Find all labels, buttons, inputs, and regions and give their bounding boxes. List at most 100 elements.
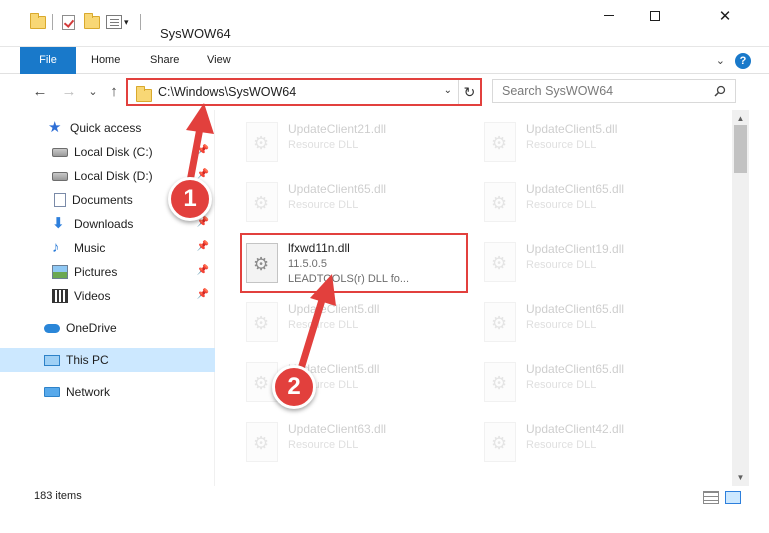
refresh-button[interactable]: ↻ (458, 80, 480, 104)
file-name: UpdateClient65.dll (526, 302, 625, 316)
sidebar-item-this-pc[interactable]: This PC (0, 348, 215, 372)
file-type: Resource DLL (526, 379, 597, 391)
maximize-button[interactable] (632, 0, 678, 31)
sidebar-item-label: Network (66, 385, 111, 399)
folder-icon (136, 86, 152, 102)
tab-home[interactable]: Home (91, 47, 120, 74)
address-path[interactable]: C:\Windows\SysWOW64 (158, 85, 296, 99)
tab-file[interactable]: File (20, 47, 76, 74)
file-tile[interactable]: UpdateClient65.dll Resource DLL (478, 354, 708, 410)
dll-file-icon (484, 122, 516, 162)
pictures-icon (52, 265, 68, 279)
search-placeholder: Search SysWOW64 (502, 84, 614, 98)
sidebar-item-label: Downloads (74, 217, 134, 231)
file-tile-lfxwd11n[interactable]: lfxwd11n.dll 11.5.0.5 LEADTOOLS(r) DLL f… (240, 233, 468, 293)
file-tile[interactable]: UpdateClient5.dll Resource DLL (478, 114, 708, 170)
cloud-icon (44, 323, 60, 333)
folder-icon (30, 11, 46, 33)
sidebar-item-quick-access[interactable]: ★ Quick access (0, 116, 215, 140)
up-button[interactable]: ↑ (103, 81, 125, 103)
file-type: Resource DLL (526, 439, 597, 451)
tiles-view-icon[interactable] (725, 491, 741, 504)
sidebar-item-label: Quick access (70, 121, 142, 135)
navigation-bar: ← → ⌄ ↑ C:\Windows\SysWOW64 ⌄ ↻ Search S… (0, 74, 769, 110)
file-tile[interactable]: UpdateClient21.dll Resource DLL (240, 114, 470, 170)
file-type: Resource DLL (526, 199, 597, 211)
customize-quick-access-button[interactable] (106, 11, 122, 33)
recent-locations-button[interactable]: ⌄ (82, 81, 104, 103)
file-description: LEADTOOLS(r) DLL fo... (288, 273, 410, 285)
new-folder-quick-button[interactable] (84, 11, 100, 33)
sidebar-item-label: Documents (72, 193, 133, 207)
file-type: Resource DLL (288, 439, 359, 451)
dll-file-icon (484, 182, 516, 222)
maximize-icon (650, 10, 660, 21)
file-name: UpdateClient19.dll (526, 242, 625, 256)
file-type: Resource DLL (526, 319, 597, 331)
dll-file-icon (484, 362, 516, 402)
scroll-down-icon[interactable]: ▼ (732, 469, 749, 486)
separator (140, 11, 141, 33)
help-button[interactable]: ? (735, 53, 751, 69)
file-type: Resource DLL (288, 139, 359, 151)
forward-button[interactable]: → (58, 81, 80, 103)
sidebar-item-label: Local Disk (D:) (74, 169, 153, 183)
callout-badge-2: 2 (272, 365, 316, 409)
dll-file-icon (484, 302, 516, 342)
sidebar-item-onedrive[interactable]: OneDrive (0, 316, 215, 340)
new-folder-icon (84, 12, 100, 29)
search-input[interactable]: Search SysWOW64 (492, 79, 736, 103)
close-button[interactable]: ✕ (702, 0, 748, 31)
search-icon (714, 85, 726, 97)
sidebar-item-label: Pictures (74, 265, 118, 279)
tab-share[interactable]: Share (150, 47, 179, 74)
file-tile[interactable]: UpdateClient63.dll Resource DLL (240, 414, 470, 470)
documents-icon (54, 193, 66, 207)
pin-icon: 📌 (196, 241, 209, 252)
status-bar: 183 items (0, 486, 769, 508)
sidebar-item-music[interactable]: ♪ Music 📌 (0, 236, 215, 260)
file-tile[interactable]: UpdateClient42.dll Resource DLL (478, 414, 708, 470)
address-dropdown-icon[interactable]: ⌄ (444, 85, 452, 96)
file-tile[interactable]: UpdateClient65.dll Resource DLL (478, 294, 708, 350)
network-icon (44, 387, 60, 397)
file-type: Resource DLL (288, 199, 359, 211)
file-tile[interactable]: UpdateClient5.dll Resource DLL (240, 294, 470, 350)
tab-view[interactable]: View (207, 47, 231, 74)
videos-icon (52, 289, 68, 303)
dll-file-icon (246, 182, 278, 222)
sidebar-item-videos[interactable]: Videos 📌 (0, 284, 215, 308)
scrollbar-thumb[interactable] (734, 125, 747, 173)
vertical-scrollbar[interactable]: ▲ ▼ (732, 110, 749, 486)
details-view-icon[interactable] (703, 491, 719, 504)
dll-file-icon (246, 122, 278, 162)
file-tile[interactable]: UpdateClient65.dll Resource DLL (478, 174, 708, 230)
expand-ribbon-icon[interactable]: ⌄ (716, 54, 725, 67)
file-name: UpdateClient65.dll (526, 362, 625, 376)
sidebar-item-pictures[interactable]: Pictures 📌 (0, 260, 215, 284)
sidebar-item-local-disk-c[interactable]: Local Disk (C:) 📌 (0, 140, 215, 164)
callout-badge-1: 1 (168, 177, 212, 221)
quick-access-dropdown-icon[interactable]: ▾ (124, 11, 129, 33)
dll-file-icon (246, 302, 278, 342)
file-name: lfxwd11n.dll (288, 241, 350, 255)
minimize-button[interactable] (586, 0, 632, 31)
back-button[interactable]: ← (29, 81, 51, 103)
ribbon-tabs: File Home Share View ⌄ ? (0, 47, 769, 74)
dll-file-icon (246, 422, 278, 462)
file-tile[interactable]: UpdateClient65.dll Resource DLL (240, 174, 470, 230)
properties-quick-button[interactable] (62, 11, 75, 33)
title-bar: ▾ SysWOW64 ✕ (0, 0, 769, 47)
dll-file-icon (484, 242, 516, 282)
file-name: UpdateClient63.dll (288, 422, 387, 436)
drive-icon (52, 171, 68, 181)
sidebar-item-network[interactable]: Network (0, 380, 215, 404)
file-name: UpdateClient42.dll (526, 422, 625, 436)
close-icon: ✕ (718, 7, 732, 25)
file-tile[interactable]: UpdateClient19.dll Resource DLL (478, 234, 708, 290)
address-bar[interactable]: C:\Windows\SysWOW64 ⌄ ↻ (126, 78, 482, 106)
file-type: Resource DLL (288, 319, 359, 331)
file-version: 11.5.0.5 (288, 258, 327, 270)
sidebar-item-label: Local Disk (C:) (74, 145, 153, 159)
file-name: UpdateClient5.dll (526, 122, 618, 136)
